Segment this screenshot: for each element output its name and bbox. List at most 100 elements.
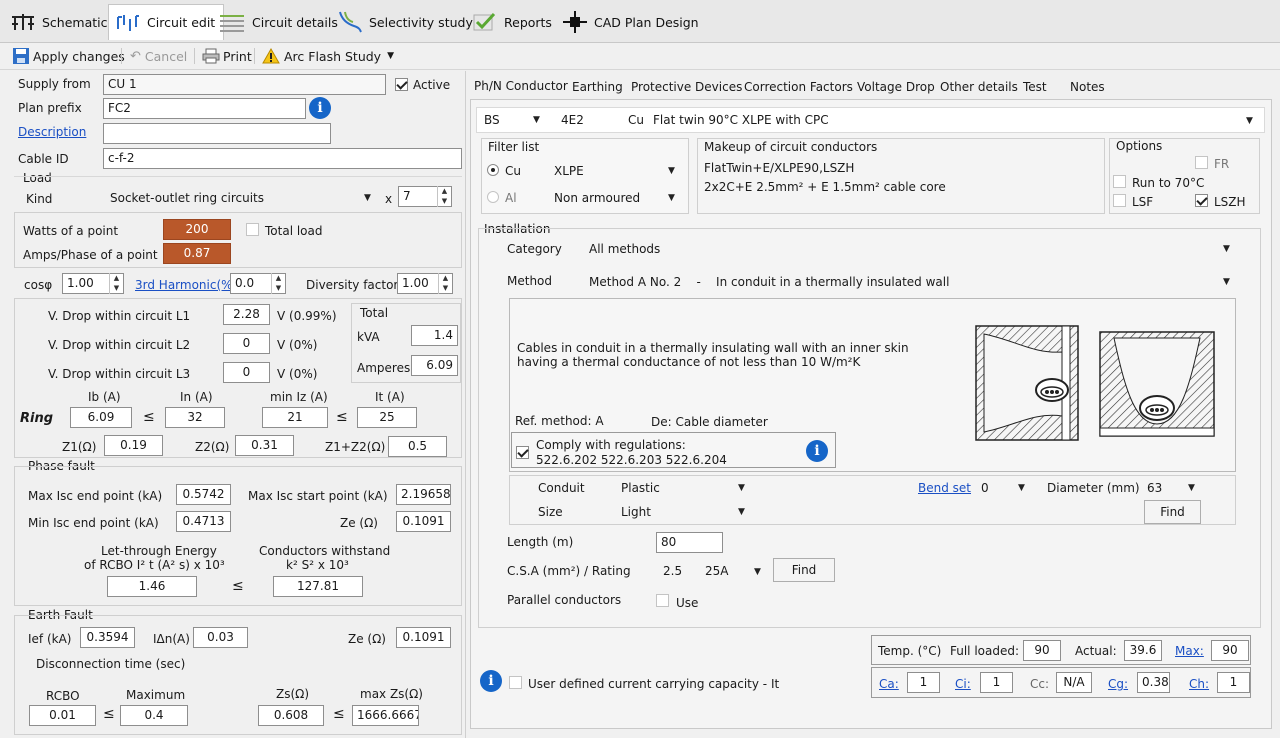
stepper-arrows-icon[interactable]: ▲ ▼ bbox=[271, 273, 285, 294]
conduit-dropdown[interactable]: Plastic bbox=[621, 481, 660, 495]
harmonic-link[interactable]: 3rd Harmonic(%) bbox=[135, 278, 237, 292]
size-dropdown[interactable]: Light bbox=[621, 505, 651, 519]
user-defined-checkbox[interactable] bbox=[509, 676, 522, 689]
miniz-field[interactable]: 21 bbox=[262, 407, 328, 428]
cable-id-field[interactable]: c-f-2 bbox=[103, 148, 462, 169]
z2-field[interactable]: 0.31 bbox=[235, 435, 294, 456]
ca-field[interactable]: 1 bbox=[907, 672, 940, 693]
dropdown-arrow-icon[interactable]: ▼ bbox=[738, 507, 745, 517]
idn-field[interactable]: 0.03 bbox=[193, 627, 248, 648]
plan-prefix-field[interactable]: FC2 bbox=[103, 98, 306, 119]
parallel-use-checkbox[interactable] bbox=[656, 594, 669, 607]
dropdown-arrow-icon[interactable]: ▼ bbox=[1018, 483, 1025, 493]
find-diameter-button[interactable]: Find bbox=[1144, 500, 1201, 524]
ch-field[interactable]: 1 bbox=[1217, 672, 1250, 693]
description-link[interactable]: Description bbox=[18, 125, 86, 139]
lszh-checkbox[interactable] bbox=[1195, 194, 1208, 207]
max-temp-link[interactable]: Max: bbox=[1175, 644, 1204, 658]
al-radio[interactable] bbox=[487, 191, 499, 203]
description-field[interactable] bbox=[103, 123, 331, 144]
active-checkbox[interactable] bbox=[395, 78, 408, 91]
lsf-checkbox[interactable] bbox=[1113, 194, 1126, 207]
tab-cad-plan-design[interactable]: CAD Plan Design bbox=[556, 6, 707, 38]
rating-dropdown[interactable]: 25A bbox=[705, 564, 728, 578]
total-load-checkbox[interactable] bbox=[246, 223, 259, 236]
tab-ph-n-conductor[interactable]: Ph/N Conductor bbox=[474, 79, 568, 93]
vd1-field[interactable]: 2.28 bbox=[223, 304, 270, 325]
maxzs-field[interactable]: 1666.6667 bbox=[352, 705, 419, 726]
bend-set-link[interactable]: Bend set bbox=[918, 481, 971, 495]
dropdown-arrow-icon[interactable]: ▼ bbox=[668, 166, 675, 176]
in-field[interactable]: 32 bbox=[165, 407, 225, 428]
stepper-arrows-icon[interactable]: ▲ ▼ bbox=[438, 273, 452, 294]
tab-voltage-drop[interactable]: Voltage Drop bbox=[857, 80, 935, 94]
withstand-field[interactable]: 127.81 bbox=[273, 576, 363, 597]
run70-checkbox[interactable] bbox=[1113, 175, 1126, 188]
ci-field[interactable]: 1 bbox=[980, 672, 1013, 693]
supply-from-field[interactable]: CU 1 bbox=[103, 74, 386, 95]
ca-link[interactable]: Ca: bbox=[879, 677, 899, 691]
dropdown-arrow-icon[interactable]: ▼ bbox=[1223, 277, 1230, 287]
dropdown-arrow-icon[interactable]: ▼ bbox=[738, 483, 745, 493]
method-dropdown[interactable]: Method A No. 2 - In conduit in a thermal… bbox=[589, 275, 949, 289]
tab-test[interactable]: Test bbox=[1023, 80, 1047, 94]
dropdown-arrow-icon[interactable]: ▼ bbox=[754, 567, 761, 577]
dropdown-arrow-icon[interactable]: ▼ bbox=[1246, 116, 1253, 126]
rcbo-field[interactable]: 0.01 bbox=[29, 705, 96, 726]
insulation-dropdown[interactable]: XLPE bbox=[554, 164, 584, 178]
info-icon[interactable]: i bbox=[309, 97, 331, 119]
armour-dropdown[interactable]: Non armoured bbox=[554, 191, 640, 205]
max-isc-end-field[interactable]: 0.5742 bbox=[176, 484, 231, 505]
tab-earthing[interactable]: Earthing bbox=[572, 80, 623, 94]
ze-field[interactable]: 0.1091 bbox=[396, 511, 451, 532]
watts-field[interactable]: 200 bbox=[163, 219, 231, 240]
ci-link[interactable]: Ci: bbox=[955, 677, 971, 691]
max-isc-start-field[interactable]: 2.19658 bbox=[396, 484, 451, 505]
find-rating-button[interactable]: Find bbox=[773, 558, 835, 582]
amperes-field[interactable]: 6.09 bbox=[411, 355, 458, 376]
tab-selectivity-study[interactable]: Selectivity study bbox=[331, 6, 481, 38]
vd2-field[interactable]: 0 bbox=[223, 333, 270, 354]
z12-field[interactable]: 0.5 bbox=[388, 436, 447, 457]
cable-selector[interactable] bbox=[476, 107, 1265, 133]
it-field[interactable]: 25 bbox=[357, 407, 417, 428]
fr-checkbox[interactable] bbox=[1195, 156, 1208, 169]
kind-dropdown[interactable]: Socket-outlet ring circuits bbox=[110, 191, 264, 205]
z1-field[interactable]: 0.19 bbox=[104, 435, 163, 456]
max-temp-field[interactable]: 90 bbox=[1211, 640, 1249, 661]
kva-field[interactable]: 1.4 bbox=[411, 325, 458, 346]
dropdown-arrow-icon[interactable]: ▼ bbox=[1188, 483, 1195, 493]
ze2-field[interactable]: 0.1091 bbox=[396, 627, 451, 648]
diameter-dropdown[interactable]: 63 bbox=[1147, 481, 1162, 495]
amps-field[interactable]: 0.87 bbox=[163, 243, 231, 264]
full-loaded-field[interactable]: 90 bbox=[1023, 640, 1061, 661]
dropdown-arrow-icon[interactable]: ▼ bbox=[668, 193, 675, 203]
category-dropdown[interactable]: All methods bbox=[589, 242, 660, 256]
min-isc-end-field[interactable]: 0.4713 bbox=[176, 511, 231, 532]
bend-set-dropdown[interactable]: 0 bbox=[981, 481, 989, 495]
ief-field[interactable]: 0.3594 bbox=[80, 627, 135, 648]
zs-field[interactable]: 0.608 bbox=[258, 705, 324, 726]
tab-schematic[interactable]: Schematic bbox=[4, 6, 116, 38]
cancel-button[interactable]: ↶ Cancel bbox=[130, 46, 187, 66]
info-icon[interactable]: i bbox=[480, 670, 502, 692]
dropdown-arrow-icon[interactable]: ▼ bbox=[533, 115, 540, 125]
dropdown-arrow-icon[interactable]: ▼ bbox=[1223, 244, 1230, 254]
tab-other-details[interactable]: Other details bbox=[940, 80, 1018, 94]
cg-field[interactable]: 0.38 bbox=[1137, 672, 1170, 693]
ch-link[interactable]: Ch: bbox=[1189, 677, 1209, 691]
stepper-arrows-icon[interactable]: ▲ ▼ bbox=[109, 273, 123, 294]
arc-flash-study-button[interactable]: Arc Flash Study ▼ bbox=[262, 46, 394, 66]
tab-notes[interactable]: Notes bbox=[1070, 80, 1105, 94]
dropdown-arrow-icon[interactable]: ▼ bbox=[364, 193, 371, 203]
length-field[interactable]: 80 bbox=[656, 532, 723, 553]
tab-protective-devices[interactable]: Protective Devices bbox=[631, 80, 742, 94]
vd3-field[interactable]: 0 bbox=[223, 362, 270, 383]
stepper-arrows-icon[interactable]: ▲ ▼ bbox=[437, 186, 451, 207]
comply-checkbox[interactable] bbox=[516, 446, 529, 459]
let-through-field[interactable]: 1.46 bbox=[107, 576, 197, 597]
ib-field[interactable]: 6.09 bbox=[70, 407, 132, 428]
apply-changes-button[interactable]: Apply changes bbox=[12, 46, 125, 66]
info-icon[interactable]: i bbox=[806, 440, 828, 462]
tab-reports[interactable]: Reports bbox=[466, 6, 560, 38]
